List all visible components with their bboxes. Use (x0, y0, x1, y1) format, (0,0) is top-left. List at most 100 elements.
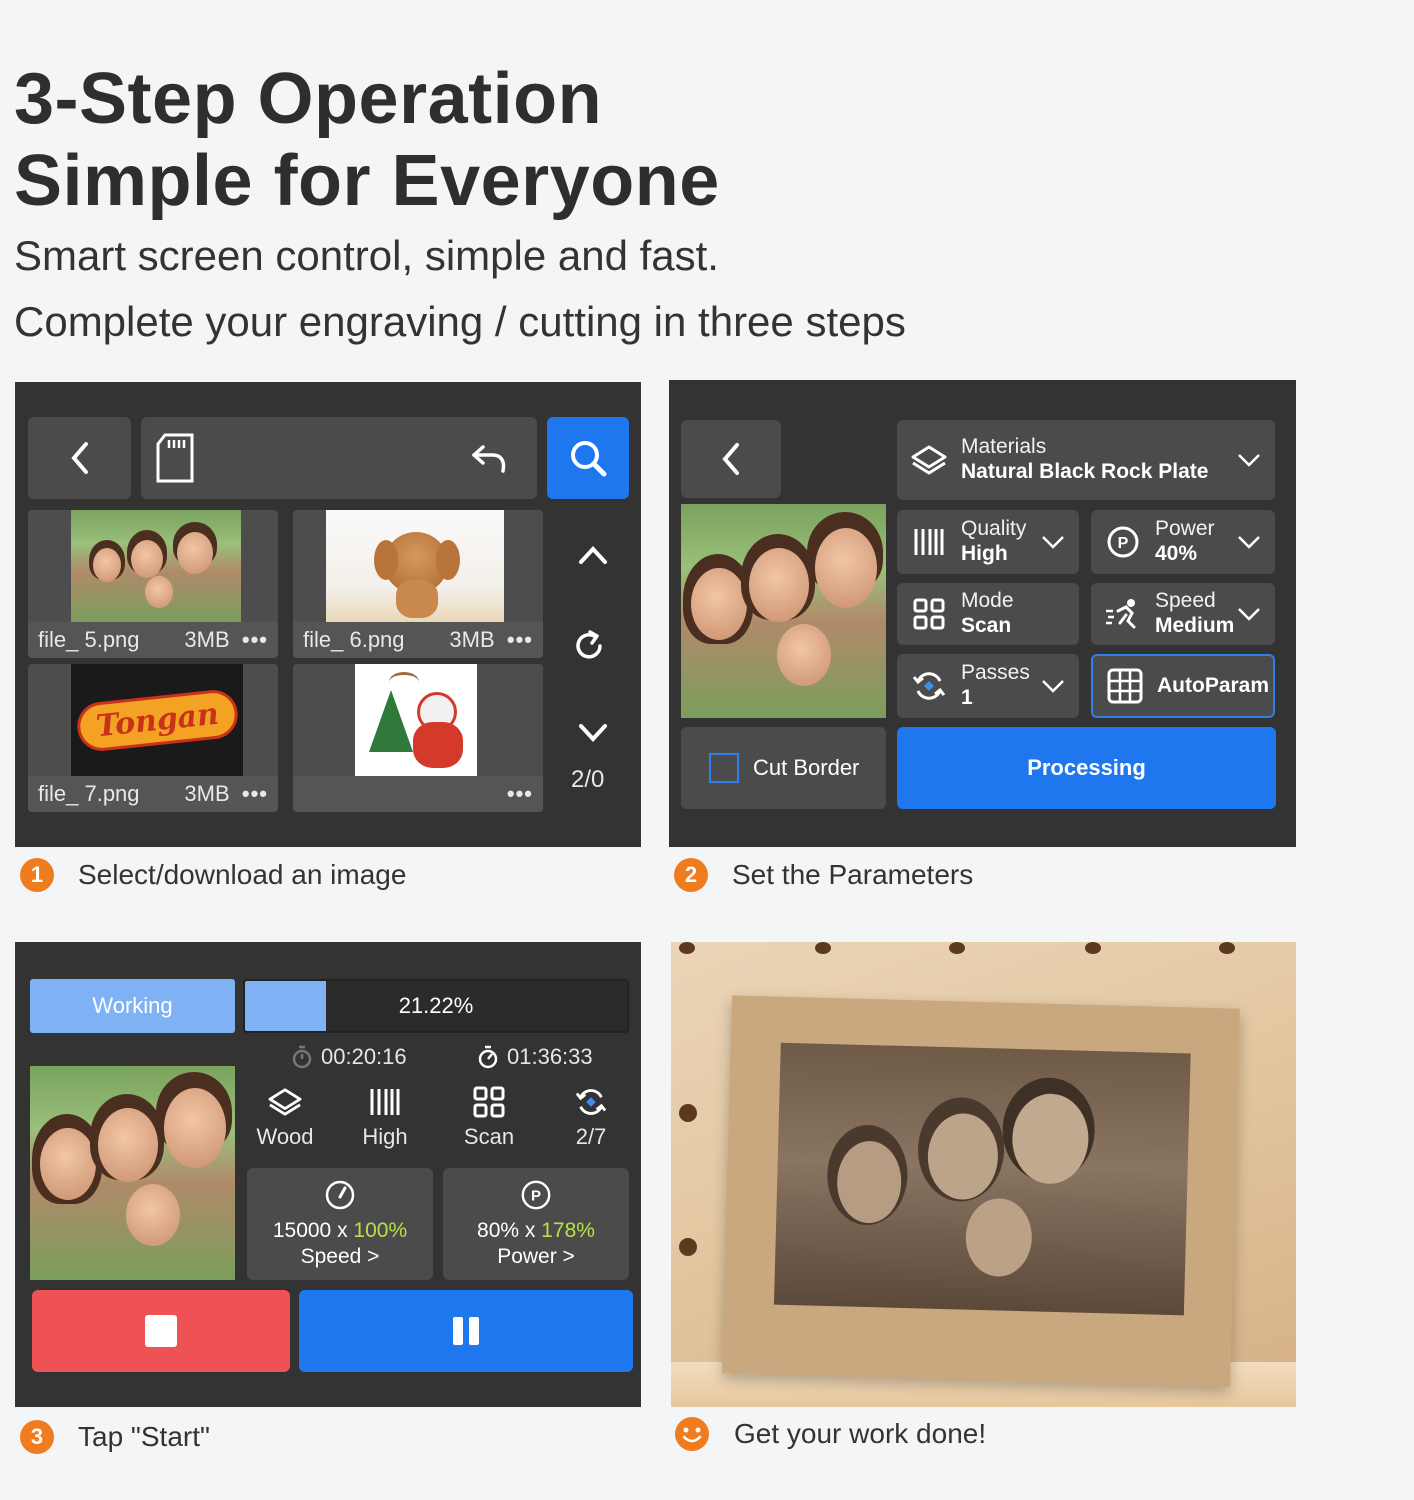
chevron-down-icon (1238, 454, 1260, 467)
page-title-line1: 3-Step Operation (14, 59, 603, 139)
mode-info: Scan (455, 1086, 523, 1150)
mode-label: Mode (961, 589, 1014, 612)
step2-caption: 2 Set the Parameters (674, 858, 973, 892)
layers-icon (909, 440, 949, 480)
grid-mode-icon (473, 1086, 505, 1118)
file-name: file_ 5.png (38, 627, 140, 652)
step1-label: Select/download an image (78, 859, 407, 890)
passes-dropdown[interactable]: Passes 1 (897, 654, 1079, 718)
file-size: 3MB (184, 627, 230, 652)
smiley-icon (675, 1417, 709, 1451)
passes-cycle-icon (575, 1089, 607, 1115)
speed-gauge-icon (325, 1180, 355, 1210)
speed-label: Speed (1155, 589, 1216, 612)
mode-dropdown[interactable]: Mode Scan (897, 583, 1079, 645)
speed-label: Speed > (300, 1245, 380, 1268)
power-label: Power > (497, 1245, 575, 1268)
pause-button[interactable] (299, 1290, 633, 1372)
materials-dropdown[interactable]: Materials Natural Black Rock Plate (897, 420, 1275, 500)
chevron-left-icon (722, 443, 739, 475)
autoparam-label: AutoParam (1157, 674, 1270, 697)
file-tile[interactable]: Tongan file_ 7.png 3MB ••• (28, 664, 278, 812)
step2-label: Set the Parameters (732, 859, 974, 890)
quality-bars-icon (909, 522, 949, 562)
quality-dropdown[interactable]: Quality High (897, 510, 1079, 574)
step3-label: Tap "Start" (78, 1421, 210, 1452)
file-info-bar: file_ 5.png 3MB ••• (28, 622, 278, 658)
elapsed-time: 00:20:16 (291, 1044, 407, 1070)
image-preview (30, 1066, 235, 1280)
search-button[interactable] (547, 417, 629, 499)
materials-label: Materials (961, 435, 1047, 458)
stopwatch-icon (292, 1045, 312, 1069)
file-tile[interactable]: ••• (293, 664, 543, 812)
refresh-icon[interactable] (571, 628, 607, 664)
progress-text: 21.22% (398, 993, 474, 1018)
image-preview (681, 504, 886, 718)
file-size: 3MB (449, 627, 495, 652)
svg-text:P: P (1118, 535, 1129, 552)
storage-bar (141, 417, 537, 499)
processing-button[interactable]: Processing (897, 727, 1276, 809)
elapsed-time-value: 00:20:16 (321, 1044, 407, 1069)
step4-caption: Get your work done! (674, 1416, 986, 1452)
sd-card-icon[interactable] (155, 432, 195, 484)
step1-caption: 1 Select/download an image (20, 858, 406, 892)
back-button[interactable] (681, 420, 781, 498)
mode-value: Scan (961, 614, 1012, 637)
speed-adjust-button[interactable]: 15000 x 100% Speed > (247, 1168, 433, 1280)
chevron-up-icon[interactable] (577, 544, 609, 566)
checkbox-box[interactable] (709, 753, 739, 783)
quality-label: Quality (961, 517, 1027, 540)
cut-border-label: Cut Border (753, 755, 860, 780)
step-number-badge: 3 (20, 1420, 54, 1454)
timer-icon (478, 1045, 498, 1069)
cut-border-checkbox[interactable]: Cut Border (681, 727, 886, 809)
brand-logo: Tongan (74, 687, 240, 753)
quality-info: High (351, 1086, 419, 1150)
passes-value: 2/7 (575, 1124, 607, 1149)
page-subtitle-line2: Complete your engraving / cutting in thr… (14, 298, 906, 345)
file-tile[interactable]: file_ 5.png 3MB ••• (28, 510, 278, 658)
more-options-icon[interactable]: ••• (242, 781, 268, 806)
materials-value: Natural Black Rock Plate (961, 460, 1209, 483)
page-title-line2: Simple for Everyone (14, 141, 720, 221)
page-counter: 2/0 (571, 766, 605, 793)
more-options-icon[interactable]: ••• (507, 627, 533, 652)
step-number-badge: 1 (20, 858, 54, 892)
step3-caption: 3 Tap "Start" (20, 1420, 210, 1454)
power-percent: 178% (541, 1219, 595, 1242)
chevron-down-icon (1238, 536, 1260, 549)
material-info: Wood (251, 1086, 319, 1150)
stop-button[interactable] (32, 1290, 290, 1372)
autoparam-button[interactable]: AutoParam (1091, 654, 1275, 718)
passes-cycle-icon (909, 666, 949, 706)
speed-dropdown[interactable]: Speed Medium (1091, 583, 1275, 645)
power-value: 40% (1155, 542, 1198, 565)
chevron-down-icon[interactable] (577, 722, 609, 744)
working-screen: Working 21.22% 00:20:16 01:36:33 Wood Hi… (15, 942, 641, 1407)
speed-base: 15000 x (272, 1219, 354, 1242)
speed-percent: 100% (353, 1219, 408, 1242)
remaining-time-value: 01:36:33 (507, 1044, 593, 1069)
quality-bars-icon (370, 1089, 400, 1115)
status-badge: Working (30, 979, 235, 1033)
file-size: 3MB (184, 781, 230, 806)
power-adjust-button[interactable]: P 80% x 178% Power > (443, 1168, 629, 1280)
back-button[interactable] (28, 417, 131, 499)
power-base: 80% x (477, 1219, 542, 1242)
more-options-icon[interactable]: ••• (507, 781, 533, 807)
file-thumbnail (355, 664, 477, 776)
file-info-bar: file_ 7.png 3MB ••• (28, 776, 278, 812)
quality-value: High (362, 1124, 408, 1149)
file-tile[interactable]: file_ 6.png 3MB ••• (293, 510, 543, 658)
more-options-icon[interactable]: ••• (242, 627, 268, 652)
undo-icon[interactable] (469, 441, 509, 475)
passes-label: Passes (961, 661, 1030, 684)
pause-icon (453, 1317, 479, 1345)
layers-icon (268, 1088, 302, 1116)
file-name: file_ 6.png (303, 627, 405, 652)
power-dropdown[interactable]: P Power 40% (1091, 510, 1275, 574)
progress-bar: 21.22% (243, 979, 629, 1033)
material-value: Wood (256, 1124, 314, 1149)
